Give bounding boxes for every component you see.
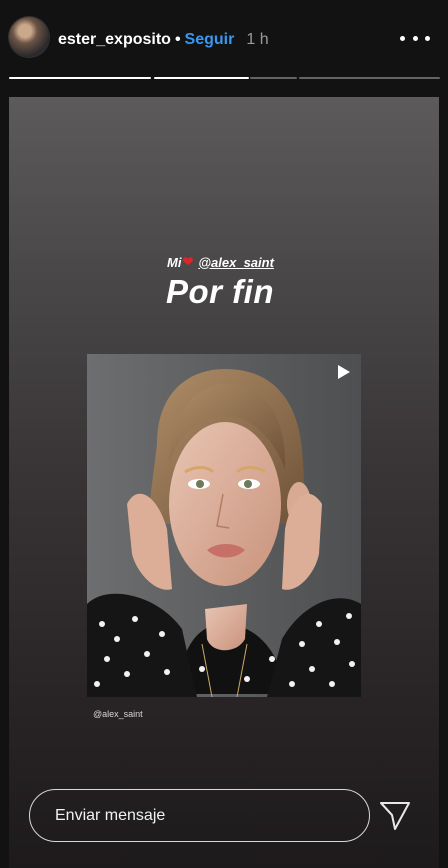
story-time: 1 h [246,31,269,48]
separator-dot: • [174,31,181,48]
photo-credit[interactable]: @alex_saint [93,709,143,719]
caption-prefix: Mi [167,254,182,270]
message-placeholder: Enviar mensaje [55,806,166,824]
user-line: ester_exposito • Seguir 1 h [58,30,269,50]
follow-button[interactable]: Seguir [185,31,235,49]
progress-segment [154,77,249,79]
username[interactable]: ester_exposito [58,31,171,49]
mention-link[interactable]: @alex_saint [198,255,274,270]
more-options-icon[interactable] [400,30,430,46]
progress-segment [250,77,297,79]
play-icon[interactable] [335,364,351,380]
heart-icon: ❤ [182,254,194,269]
story-headline: Por fin [166,273,274,310]
shared-post-photo[interactable] [87,354,361,697]
portrait-illustration [87,369,361,697]
story-caption: Mi ❤ @alex_saint [167,254,274,270]
progress-segment [299,77,440,79]
avatar[interactable] [9,17,49,57]
story-content[interactable]: Mi ❤ @alex_saint Por fin @alex_saint [9,97,439,868]
story-header: ester_exposito • Seguir 1 h [0,0,448,90]
progress-segment [9,77,151,79]
message-input[interactable]: Enviar mensaje [29,789,370,842]
send-icon[interactable] [378,798,412,832]
